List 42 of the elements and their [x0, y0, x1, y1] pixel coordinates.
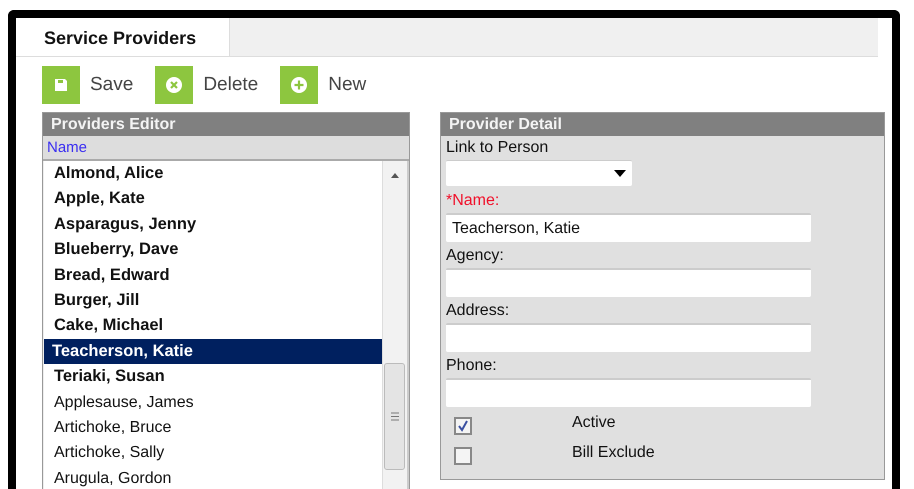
field-label: Address: — [446, 301, 510, 321]
provider-row[interactable]: Blueberry, Dave — [44, 237, 382, 263]
input-field[interactable] — [446, 378, 811, 407]
toolbar-button[interactable]: Save — [42, 66, 134, 104]
panel-title: Providers Editor — [43, 113, 409, 136]
field-label: Agency: — [446, 246, 505, 266]
scroll-thumb[interactable] — [384, 363, 405, 470]
column-header[interactable]: Name — [43, 136, 409, 161]
input-field[interactable]: Teacherson, Katie — [446, 213, 811, 242]
provider-row[interactable]: Applesause, James — [44, 390, 382, 415]
provider-row[interactable]: Burger, Jill — [44, 288, 382, 314]
provider-row[interactable]: Teacherson, Katie — [44, 338, 382, 364]
provider-row[interactable]: Artichoke, Bruce — [44, 414, 382, 440]
provider-row[interactable]: Arugula, Gordon — [44, 466, 382, 489]
field-label: *Name: — [446, 191, 500, 211]
tab[interactable]: Service Providers — [16, 18, 230, 56]
panel-title: Provider Detail — [441, 113, 884, 136]
checkbox-label: Bill Exclude — [572, 444, 655, 462]
provider-row[interactable]: Apple, Kate — [44, 186, 382, 212]
toolbar-button[interactable]: Delete — [155, 66, 258, 104]
provider-row[interactable]: Bread, Edward — [44, 262, 382, 288]
add-icon — [290, 76, 308, 94]
provider-row[interactable]: Artichoke, Sally — [44, 440, 382, 466]
caret-icon — [614, 170, 626, 177]
input-field[interactable] — [446, 323, 811, 352]
input-field[interactable] — [446, 268, 811, 297]
save-icon — [53, 77, 69, 93]
provider-row[interactable]: Almond, Alice — [44, 161, 382, 186]
scrollbar[interactable] — [382, 161, 407, 489]
delete-icon — [165, 76, 184, 94]
checkbox[interactable] — [454, 417, 472, 435]
field-label: Phone: — [446, 356, 498, 376]
checkbox[interactable] — [454, 447, 472, 465]
checkbox-label: Active — [572, 414, 616, 432]
provider-row[interactable]: Asparagus, Jenny — [44, 212, 382, 238]
field-label: Link to Person — [446, 138, 550, 158]
scroll-up-icon[interactable] — [390, 172, 400, 178]
toolbar-button[interactable]: New — [280, 66, 366, 104]
grip-icon — [390, 412, 398, 421]
provider-row[interactable]: Teriaki, Susan — [44, 364, 382, 390]
person-dropdown[interactable] — [446, 160, 632, 186]
provider-row[interactable]: Cake, Michael — [44, 313, 382, 339]
